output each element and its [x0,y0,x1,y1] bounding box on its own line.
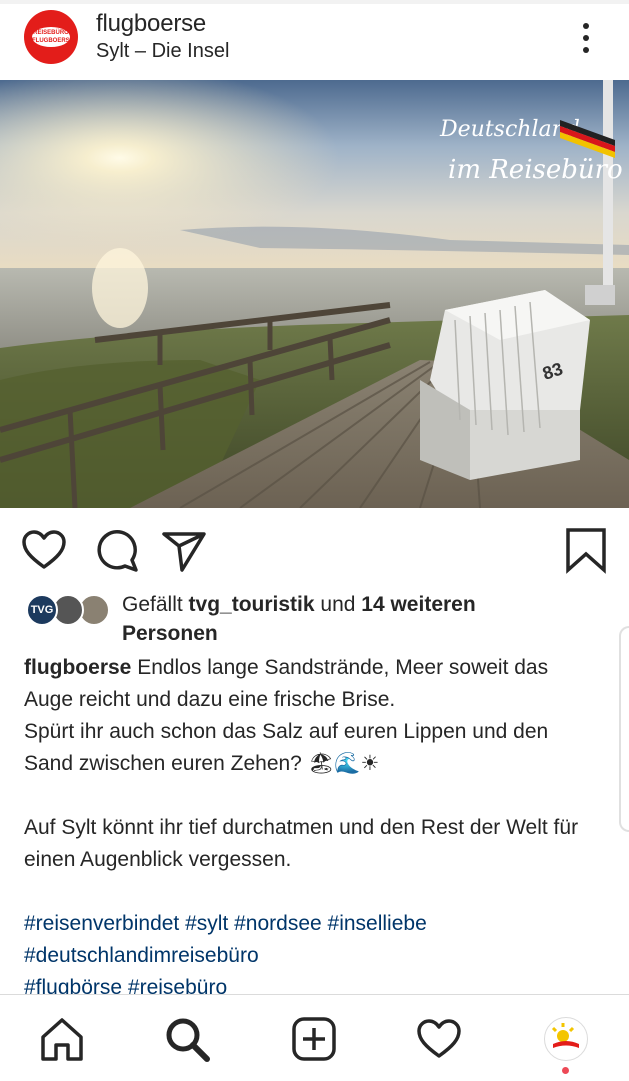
caption-text-2: Spürt ihr auch schon das Salz auf euren … [24,720,549,775]
caption-text-3: Auf Sylt könnt ihr tief durchatmen und d… [24,816,579,871]
caption-emojis: 🏖🌊☀ [307,752,380,775]
beach-chair: 83 [420,290,590,480]
caption-username[interactable]: flugboerse [24,656,131,679]
comment-icon[interactable] [92,526,140,574]
home-icon[interactable] [38,1015,86,1063]
post-header: REISEBÜRO FLUGBOERSE flugboerse Sylt – D… [0,4,629,78]
bookmark-icon[interactable] [562,526,610,574]
activity-icon[interactable] [415,1015,463,1063]
avatar-logo: REISEBÜRO FLUGBOERSE [32,27,74,47]
post-caption: flugboerse Endlos lange Sandstrände, Mee… [24,652,594,876]
svg-text:Deutschland: Deutschland [439,117,580,142]
beach-photo: 83 Deutschland im Reisebüro [0,80,629,508]
more-vertical-icon[interactable] [574,18,598,58]
add-icon[interactable] [290,1015,338,1063]
liker-username[interactable]: tvg_touristik [189,593,315,616]
svg-text:im Reisebüro: im Reisebüro [448,155,623,185]
profile-avatar-logo [551,1023,579,1048]
notification-dot [562,1067,569,1074]
bottom-nav [0,994,629,1081]
liker-avatar-tvg: TVG [26,594,58,626]
share-icon[interactable] [160,526,208,574]
post-photo[interactable]: 83 Deutschland im Reisebüro [0,80,629,508]
post-username[interactable]: flugboerse [96,10,206,38]
liker-avatars: TVG [26,594,110,628]
avatar[interactable]: REISEBÜRO FLUGBOERSE [24,10,78,64]
hashtag-line[interactable]: #reisenverbindet #sylt #nordsee #inselli… [24,908,604,940]
search-icon[interactable] [163,1015,211,1063]
likes-text[interactable]: Gefällt tvg_touristik und 14 weiteren Pe… [122,590,552,648]
scroll-edge [619,626,629,832]
post-location[interactable]: Sylt – Die Insel [96,40,229,63]
hashtags: #reisenverbindet #sylt #nordsee #inselli… [24,908,604,1004]
heart-icon[interactable] [20,526,68,574]
action-bar [0,520,629,576]
profile-icon[interactable] [544,1017,588,1061]
hashtag-line[interactable]: #deutschlandimreisebüro [24,940,604,972]
